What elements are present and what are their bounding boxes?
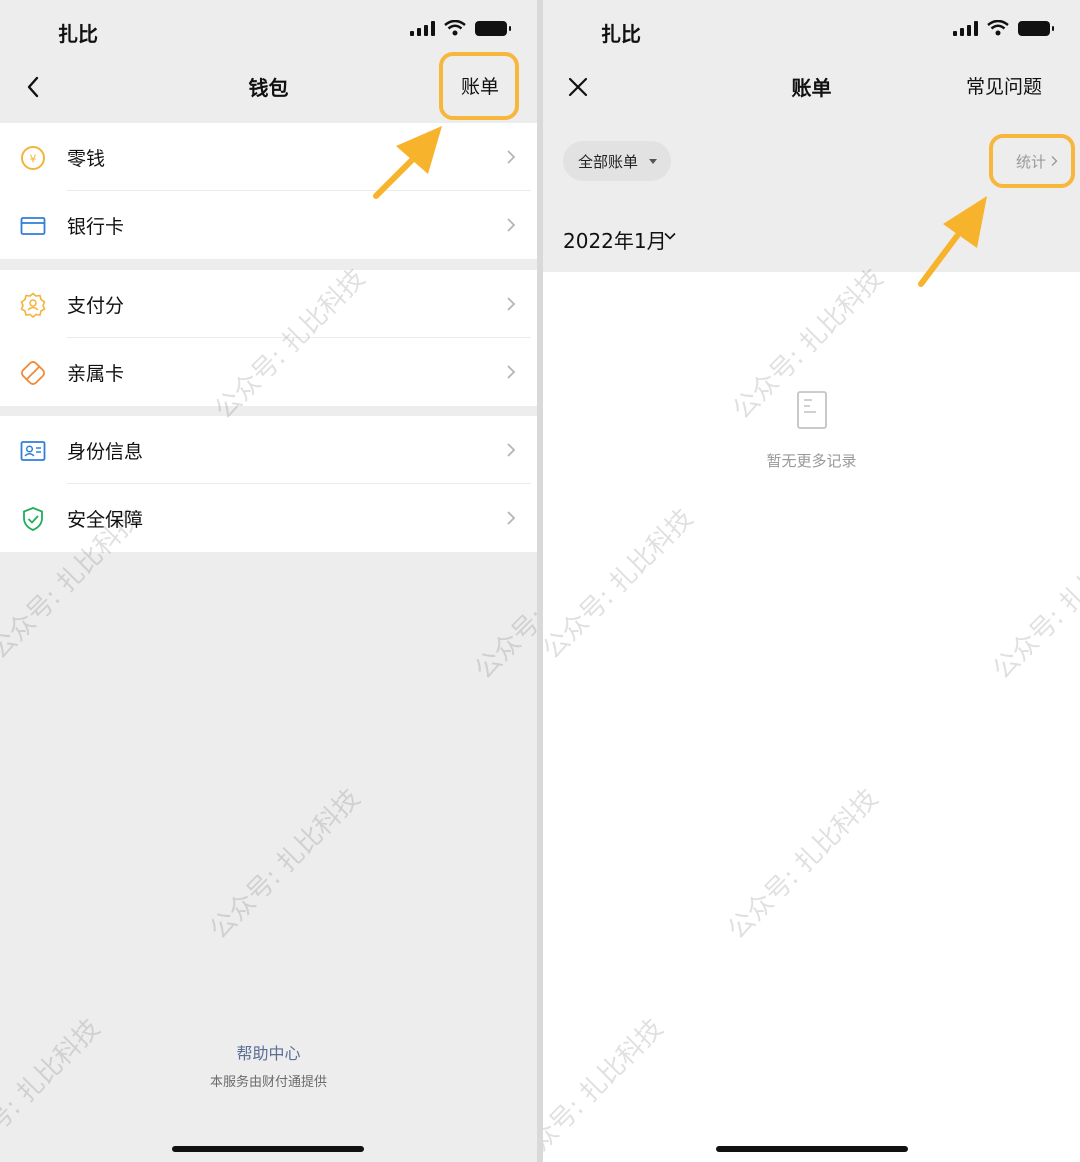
id-icon xyxy=(20,441,46,461)
card-icon xyxy=(20,217,46,235)
list-item-change[interactable]: ¥ 零钱 xyxy=(0,123,537,191)
nav-bar: 账单 常见问题 xyxy=(543,58,1080,118)
bill-highlight-box xyxy=(439,52,519,120)
empty-records-icon xyxy=(797,391,827,429)
watermark: 公众号: 扎比科技 xyxy=(987,523,1080,686)
score-icon xyxy=(20,292,46,318)
status-bar: 扎比 xyxy=(0,0,537,60)
month-selector[interactable]: 2022年1月 xyxy=(563,225,667,254)
status-bar: 扎比 xyxy=(543,0,1080,60)
carrier-name: 扎比 xyxy=(58,22,98,46)
chevron-right-icon xyxy=(507,443,516,457)
list-item-security[interactable]: 安全保障 xyxy=(0,484,537,552)
list-item-label: 零钱 xyxy=(67,148,106,170)
watermark: 公众号: 扎比科技 xyxy=(543,1013,670,1162)
battery-icon xyxy=(1018,20,1054,36)
watermark: 公众号: 扎比科技 xyxy=(543,503,700,666)
chevron-down-icon xyxy=(664,232,676,240)
home-indicator xyxy=(716,1146,908,1152)
shield-icon xyxy=(23,507,43,531)
wallet-group-1: ¥ 零钱 银行卡 xyxy=(0,123,537,259)
status-icons xyxy=(953,20,1054,36)
list-item-identity[interactable]: 身份信息 xyxy=(0,416,537,484)
empty-records-text: 暂无更多记录 xyxy=(766,452,857,470)
chevron-right-icon xyxy=(507,365,516,379)
home-indicator xyxy=(172,1146,364,1152)
caret-down-icon xyxy=(649,159,657,164)
signal-icon xyxy=(953,20,978,36)
help-center-link[interactable]: 帮助中心 xyxy=(0,1040,537,1064)
provider-note: 本服务由财付通提供 xyxy=(209,1075,327,1090)
bill-screen: 扎比 账单 常见问题 全部账单 统计 2022年1月 暂无更多记录 公众号: 扎… xyxy=(543,0,1080,1162)
wifi-icon xyxy=(987,20,1009,36)
list-item-pay-score[interactable]: 支付分 xyxy=(0,270,537,338)
pointer-arrow-icon xyxy=(373,126,442,199)
signal-icon xyxy=(410,20,435,36)
chevron-right-icon xyxy=(507,511,516,525)
wallet-screen: 扎比 钱包 账单 ¥ 零钱 银行卡 支付分 亲属卡 身份信息 安全保障 帮助中心… xyxy=(0,0,537,1162)
carrier-name: 扎比 xyxy=(601,22,641,46)
list-item-family-card[interactable]: 亲属卡 xyxy=(0,338,537,406)
battery-icon xyxy=(475,20,511,36)
list-item-label: 银行卡 xyxy=(67,216,125,238)
chevron-right-icon xyxy=(507,297,516,311)
faq-link[interactable]: 常见问题 xyxy=(966,72,1042,99)
chevron-right-icon xyxy=(507,150,516,164)
list-item-label: 亲属卡 xyxy=(67,363,125,385)
chevron-right-icon xyxy=(507,218,516,232)
coin-icon: ¥ xyxy=(21,146,45,170)
svg-text:¥: ¥ xyxy=(30,153,37,166)
watermark: 公众号: 扎比科技 xyxy=(722,783,885,946)
wallet-group-3: 身份信息 安全保障 xyxy=(0,416,537,552)
family-card-icon xyxy=(21,361,45,385)
list-item-bank-card[interactable]: 银行卡 xyxy=(0,191,537,259)
list-item-label: 身份信息 xyxy=(67,441,144,463)
status-icons xyxy=(410,20,511,36)
watermark: 公众号: 扎比科技 xyxy=(204,783,367,946)
pointer-arrow-icon xyxy=(918,196,987,287)
list-item-label: 支付分 xyxy=(67,295,125,317)
statistics-highlight-box xyxy=(989,134,1075,188)
wallet-group-2: 支付分 亲属卡 xyxy=(0,270,537,406)
list-item-label: 安全保障 xyxy=(67,509,144,531)
all-bills-filter[interactable]: 全部账单 xyxy=(563,141,671,181)
filter-label: 全部账单 xyxy=(578,153,639,171)
wifi-icon xyxy=(444,20,466,36)
